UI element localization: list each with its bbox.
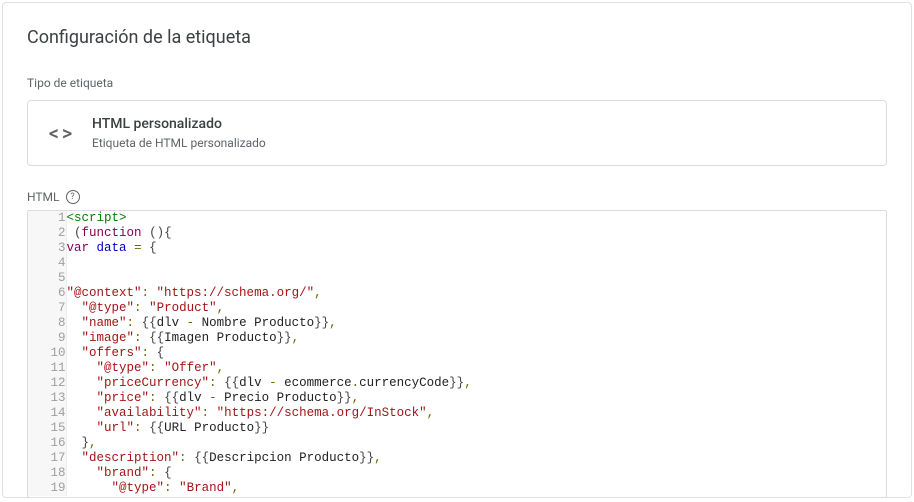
code-content[interactable]: "price": {{dlv - Precio Producto}}, (66, 391, 886, 406)
code-content[interactable]: }, (66, 436, 886, 451)
line-number: 18 (28, 466, 66, 481)
line-number: 5 (28, 271, 66, 286)
code-content[interactable]: "name": {{dlv - Nombre Producto}}, (66, 316, 886, 331)
editor-label-row: HTML ? (27, 190, 887, 204)
line-number: 10 (28, 346, 66, 361)
code-content[interactable]: (function (){ (66, 226, 886, 241)
code-content[interactable]: <script> (66, 211, 886, 226)
code-line: 6"@context": "https://schema.org/", (28, 286, 886, 301)
line-number: 16 (28, 436, 66, 451)
code-line: 17 "description": {{Descripcion Producto… (28, 451, 886, 466)
code-content[interactable]: "description": {{Descripcion Producto}}, (66, 451, 886, 466)
code-line: 16 }, (28, 436, 886, 451)
line-number: 19 (28, 481, 66, 496)
code-content[interactable]: "offers": { (66, 346, 886, 361)
code-line: 3var data = { (28, 241, 886, 256)
line-number: 7 (28, 301, 66, 316)
tag-type-name: HTML personalizado (92, 115, 266, 135)
code-brackets-icon: < > (46, 119, 74, 147)
tag-type-text: HTML personalizado Etiqueta de HTML pers… (92, 115, 266, 151)
line-number: 3 (28, 241, 66, 256)
code-line: 12 "priceCurrency": {{dlv - ecommerce.cu… (28, 376, 886, 391)
tag-type-subtitle: Etiqueta de HTML personalizado (92, 135, 266, 152)
code-content[interactable]: "@type": "Brand", (66, 481, 886, 496)
code-content[interactable]: "priceCurrency": {{dlv - ecommerce.curre… (66, 376, 886, 391)
code-line: 1<script> (28, 211, 886, 226)
code-content[interactable]: "availability": "https://schema.org/InSt… (66, 406, 886, 421)
tag-config-card: Configuración de la etiqueta Tipo de eti… (2, 2, 912, 498)
code-line: 14 "availability": "https://schema.org/I… (28, 406, 886, 421)
code-line: 8 "name": {{dlv - Nombre Producto}}, (28, 316, 886, 331)
line-number: 4 (28, 256, 66, 271)
card-title: Configuración de la etiqueta (27, 27, 887, 48)
code-line: 19 "@type": "Brand", (28, 481, 886, 496)
code-line: 18 "brand": { (28, 466, 886, 481)
line-number: 8 (28, 316, 66, 331)
line-number: 17 (28, 451, 66, 466)
code-content[interactable] (66, 256, 886, 271)
line-number: 6 (28, 286, 66, 301)
line-number: 2 (28, 226, 66, 241)
code-line: 9 "image": {{Imagen Producto}}, (28, 331, 886, 346)
html-code-editor[interactable]: 1<script>2 (function (){3var data = {456… (27, 210, 887, 498)
code-content[interactable]: "brand": { (66, 466, 886, 481)
line-number: 14 (28, 406, 66, 421)
code-line: 2 (function (){ (28, 226, 886, 241)
line-number: 13 (28, 391, 66, 406)
help-icon[interactable]: ? (66, 190, 80, 204)
code-line: 11 "@type": "Offer", (28, 361, 886, 376)
tag-type-label: Tipo de etiqueta (27, 76, 887, 90)
code-line: 10 "offers": { (28, 346, 886, 361)
code-content[interactable] (66, 271, 886, 286)
code-content[interactable]: "image": {{Imagen Producto}}, (66, 331, 886, 346)
code-content[interactable]: "@type": "Offer", (66, 361, 886, 376)
code-line: 4 (28, 256, 886, 271)
line-number: 11 (28, 361, 66, 376)
line-number: 15 (28, 421, 66, 436)
code-table: 1<script>2 (function (){3var data = {456… (28, 211, 886, 496)
code-content[interactable]: var data = { (66, 241, 886, 256)
code-line: 7 "@type": "Product", (28, 301, 886, 316)
line-number: 9 (28, 331, 66, 346)
line-number: 12 (28, 376, 66, 391)
line-number: 1 (28, 211, 66, 226)
tag-type-selector[interactable]: < > HTML personalizado Etiqueta de HTML … (27, 100, 887, 166)
code-content[interactable]: "@type": "Product", (66, 301, 886, 316)
editor-label: HTML (27, 190, 60, 204)
code-line: 15 "url": {{URL Producto}} (28, 421, 886, 436)
code-content[interactable]: "url": {{URL Producto}} (66, 421, 886, 436)
code-content[interactable]: "@context": "https://schema.org/", (66, 286, 886, 301)
code-line: 5 (28, 271, 886, 286)
code-line: 13 "price": {{dlv - Precio Producto}}, (28, 391, 886, 406)
editor-scroll-area[interactable]: 1<script>2 (function (){3var data = {456… (28, 211, 886, 497)
